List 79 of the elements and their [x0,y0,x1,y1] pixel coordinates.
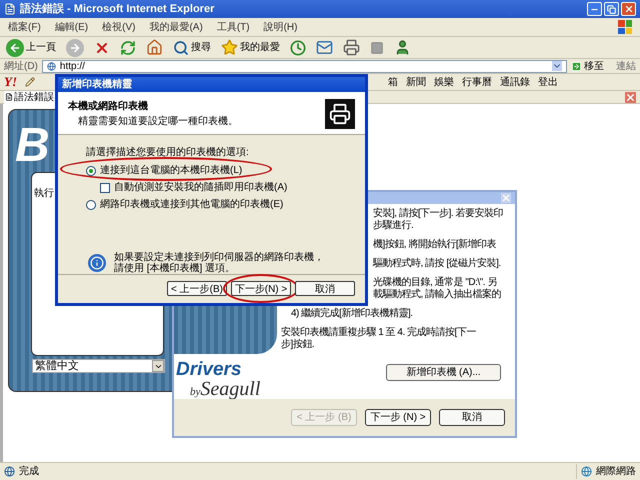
instruction-text: 驅動程式時, 請按 [從磁片安裝]. [373,258,501,270]
printer-icon [325,99,355,130]
wizard-title: 新增印表機精靈 [62,77,132,92]
restore-button[interactable] [604,2,619,16]
status-text: 完成 [19,464,39,479]
close-button[interactable] [621,2,636,16]
globe-icon [46,62,56,70]
pencil-icon [25,77,35,87]
menu-item[interactable]: 編輯(E) [54,20,88,34]
yahoo-logo[interactable]: Y! [4,72,17,92]
prompt-text: 請選擇描述您要使用的印表機的選項: [86,146,250,160]
instruction-text: 安裝印表機請重複步驟 1 至 4. 完成時請按[下一 步]按鈕. [281,327,476,352]
zone-text: 網際網路 [596,465,636,479]
go-button[interactable]: 移至 [571,58,604,74]
search-button[interactable]: 搜尋 [171,38,213,58]
radio-button[interactable] [86,200,96,210]
wizard-button[interactable]: 取消 [295,280,355,296]
clock-icon [290,40,306,56]
add-printer-button[interactable]: 新增印表機 (A)... [386,364,501,382]
radio-label: 連接到這台電腦的本機印表機(L) [100,164,242,178]
language-dropdown[interactable]: 繁體中文 [32,359,165,373]
address-field[interactable]: http:// [42,60,567,72]
back-button[interactable]: 上一頁 [4,38,58,58]
instruction-text: 光碟機的目錄, 通常是 "D:\". 另 載驅動程式, 請輸入抽出檔案的 [373,277,502,302]
instruction-text: 機]按鈕, 將開始執行[新增印表 [373,239,496,252]
wizard-subheading: 精靈需要知道要設定哪一種印表機。 [77,114,238,130]
menu-item[interactable]: 說明(H) [264,20,298,34]
internet-zone-icon [581,466,592,477]
instruction-text: 安裝], 請按[下一步]. 若要安裝印 步驟進行. [373,208,503,232]
instruction-text: 4) 繼續完成[新增印表機精靈]. [291,308,413,320]
printer-icon [343,39,360,56]
star-icon [221,39,238,56]
square-icon [370,40,384,54]
wizard-button[interactable]: 下一步 (N) > [365,409,431,426]
radio-button[interactable] [86,166,96,176]
menu-item[interactable]: 工具(T) [216,20,250,34]
wizard-button[interactable]: 下一步(N) > [231,280,291,296]
info-text: 如果要設定未連接到列印伺服器的網路印表機， 請使用 [本機印表機] 選項。 [114,252,324,274]
page-tab[interactable]: 語法錯誤 [4,90,55,104]
menu-item[interactable]: 檢視(V) [102,20,136,34]
checkbox[interactable] [100,182,110,193]
history-button[interactable] [288,38,308,58]
menu-item[interactable]: 我的最愛(A) [149,20,203,34]
house-icon [146,39,163,56]
yahoo-toolbar-item[interactable]: 通訊錄 [500,74,530,90]
yahoo-toolbar-item[interactable]: 娛樂 [434,74,454,90]
menu-item[interactable]: 檔案(F) [8,20,41,34]
checkbox-label: 自動偵測並安裝我的隨插即用印表機(A) [114,180,288,196]
yahoo-toolbar-item[interactable]: 登出 [538,74,558,90]
close-icon [624,4,634,14]
banner-logo: B [15,122,50,170]
info-icon [88,254,106,272]
refresh-icon [120,40,136,56]
windows-logo-icon [618,20,632,34]
back-icon [6,38,24,56]
forward-icon [66,38,84,56]
radio-label: 網路印表機或連接到其他電腦的印表機(E) [100,198,284,212]
dropdown-arrow-icon[interactable] [552,61,562,71]
yahoo-toolbar-item[interactable]: 新聞 [406,74,426,90]
page-icon [4,3,16,15]
search-icon [173,40,189,56]
window-title: 語法錯誤 - Microsoft Internet Explorer [20,2,214,17]
page-icon [5,93,13,101]
close-icon[interactable] [625,92,636,102]
print-button[interactable] [341,38,362,58]
wizard-button[interactable]: 取消 [439,409,505,426]
address-label: 網址(D) [4,60,38,74]
wizard-heading: 本機或網路印表機 [68,100,149,114]
favorites-button[interactable]: 我的最愛 [219,38,282,58]
minimize-button[interactable] [587,2,602,16]
drivers-logo: Drivers bySeagull [175,358,262,400]
wizard-button[interactable]: < 上一步(B) [167,280,227,296]
figure-icon [394,39,411,56]
links-label: 連結 [616,60,636,74]
restore-icon [607,4,616,14]
yahoo-toolbar-item[interactable]: 箱 [388,74,398,90]
run-label: 執行 [34,186,54,201]
yahoo-toolbar-item[interactable]: 行事曆 [462,74,492,90]
envelope-icon [316,39,333,56]
